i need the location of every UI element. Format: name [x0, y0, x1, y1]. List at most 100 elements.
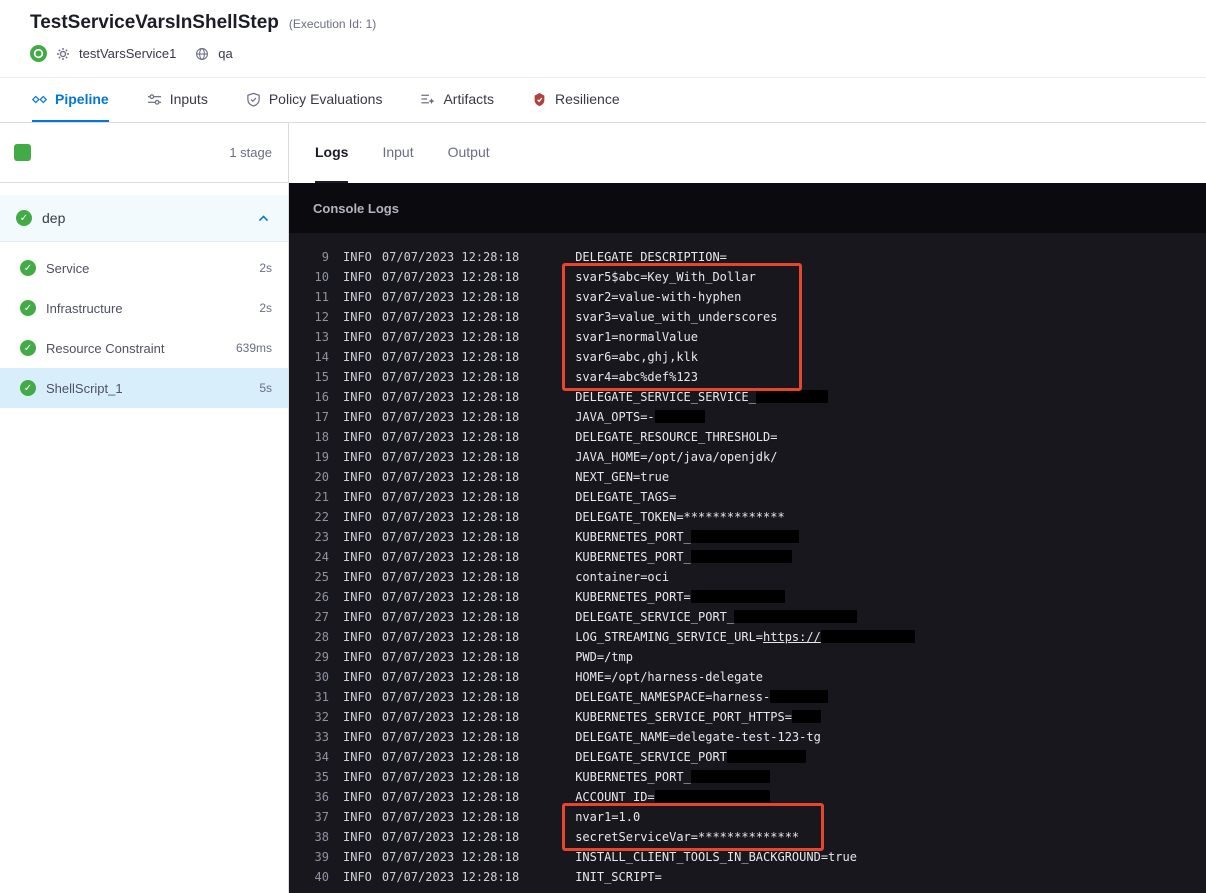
log-text: DELEGATE_RESOURCE_THRESHOLD= [575, 430, 778, 444]
redacted-text [654, 410, 706, 423]
check-circle-icon: ✓ [16, 210, 32, 226]
log-text: svar4=abc%def%123 [575, 370, 699, 384]
line-number: 24 [314, 550, 329, 564]
log-line: 30 INFO 07/07/2023 12:28:18 HOME=/opt/harne… [299, 667, 1206, 687]
line-number: 29 [314, 650, 329, 664]
log-timestamp: 07/07/2023 12:28:18 [381, 290, 520, 304]
redacted-text [755, 390, 829, 403]
log-level: INFO [343, 630, 372, 644]
log-line: 13 INFO 07/07/2023 12:28:18 svar1=normalVal… [299, 327, 1206, 347]
log-line: 11 INFO 07/07/2023 12:28:18 svar2=value-wit… [299, 287, 1206, 307]
log-text: svar1=normalValue [575, 330, 699, 344]
log-message: svar6=abc,ghj,klk [575, 350, 698, 364]
line-number: 17 [314, 410, 329, 424]
line-number: 20 [314, 470, 329, 484]
tab-inputs[interactable]: Inputs [147, 78, 208, 122]
step-row-infrastructure[interactable]: ✓ Infrastructure 2s [0, 288, 288, 328]
line-number: 30 [314, 670, 329, 684]
log-line: 29 INFO 07/07/2023 12:28:18 PWD=/tmp [299, 647, 1206, 667]
log-tab-output[interactable]: Output [448, 123, 490, 183]
chevron-up-icon[interactable] [257, 212, 270, 225]
log-message: DELEGATE_NAME=delegate-test-123-tg [575, 730, 821, 744]
log-timestamp: 07/07/2023 12:28:18 [381, 810, 520, 824]
log-message: svar3=value_with_underscores [575, 310, 777, 324]
log-tab-logs[interactable]: Logs [315, 123, 349, 183]
log-text: DELEGATE_TAGS= [575, 490, 677, 504]
line-number: 23 [314, 530, 329, 544]
log-message: DELEGATE_SERVICE_PORT [575, 750, 807, 764]
log-timestamp: 07/07/2023 12:28:18 [381, 250, 520, 264]
tab-label: Artifacts [443, 91, 495, 107]
log-text: KUBERNETES_PORT= [575, 590, 691, 604]
log-timestamp: 07/07/2023 12:28:18 [381, 650, 520, 664]
line-number: 35 [314, 770, 329, 784]
step-duration: 639ms [235, 341, 272, 355]
check-circle-icon: ✓ [20, 300, 36, 316]
log-message: secretServiceVar=************** [575, 830, 799, 844]
log-line: 36 INFO 07/07/2023 12:28:18 ACCOUNT_ID= [299, 787, 1206, 807]
step-duration: 2s [259, 261, 272, 275]
log-timestamp: 07/07/2023 12:28:18 [381, 370, 520, 384]
log-timestamp: 07/07/2023 12:28:18 [381, 450, 520, 464]
log-tab-input[interactable]: Input [382, 123, 413, 183]
log-text: DELEGATE_TOKEN=************** [575, 510, 785, 524]
log-text: svar5$abc=Key_With_Dollar [575, 270, 756, 284]
log-line: 18 INFO 07/07/2023 12:28:18 DELEGATE_RESOUR… [299, 427, 1206, 447]
page-title: TestServiceVarsInShellStep [30, 12, 279, 33]
log-message: KUBERNETES_SERVICE_PORT_HTTPS= [575, 710, 821, 724]
redacted-text [690, 590, 785, 603]
tab-policy-evaluations[interactable]: Policy Evaluations [246, 78, 382, 122]
nav-tabs: Pipeline Inputs Policy Evaluations Artifact… [0, 78, 1206, 123]
artifacts-icon [420, 92, 435, 107]
log-message: INIT_SCRIPT= [575, 870, 662, 884]
step-row-resource-constraint[interactable]: ✓ Resource Constraint 639ms [0, 328, 288, 368]
log-timestamp: 07/07/2023 12:28:18 [381, 590, 520, 604]
inputs-icon [147, 92, 162, 107]
log-message: DELEGATE_TOKEN=************** [575, 510, 785, 524]
log-message: ACCOUNT_ID= [575, 790, 771, 804]
log-link[interactable]: https:// [763, 630, 821, 644]
log-message: svar2=value-with-hyphen [575, 290, 741, 304]
environment-icon [195, 47, 209, 61]
log-message: JAVA_HOME=/opt/java/openjdk/ [575, 450, 777, 464]
tab-artifacts[interactable]: Artifacts [420, 78, 494, 122]
step-list: ✓ Service 2s ✓ Infrastructure 2s ✓ Resource Con… [0, 242, 288, 408]
log-level: INFO [343, 850, 372, 864]
log-line: 40 INFO 07/07/2023 12:28:18 INIT_SCRIPT= [299, 867, 1206, 887]
redacted-text [726, 750, 807, 763]
console-body[interactable]: 9 INFO 07/07/2023 12:28:18 DELEGATE_DESCRIP… [289, 233, 1206, 893]
log-message: JAVA_OPTS=- [575, 410, 706, 424]
log-text: svar3=value_with_underscores [575, 310, 778, 324]
line-number: 9 [321, 250, 329, 264]
line-number: 38 [314, 830, 329, 844]
stage-row-dep[interactable]: ✓ dep [0, 195, 288, 242]
title-row: TestServiceVarsInShellStep (Execution Id… [30, 12, 1206, 34]
log-line: 25 INFO 07/07/2023 12:28:18 container=oci [299, 567, 1206, 587]
log-line: 23 INFO 07/07/2023 12:28:18 KUBERNETES_PORT… [299, 527, 1206, 547]
log-timestamp: 07/07/2023 12:28:18 [381, 850, 520, 864]
log-level: INFO [343, 810, 372, 824]
line-number: 28 [314, 630, 329, 644]
log-timestamp: 07/07/2023 12:28:18 [381, 510, 520, 524]
log-level: INFO [343, 310, 372, 324]
log-level: INFO [343, 870, 372, 884]
log-timestamp: 07/07/2023 12:28:18 [381, 670, 520, 684]
environment-name: qa [218, 46, 233, 61]
log-level: INFO [343, 470, 372, 484]
line-number: 40 [314, 870, 329, 884]
tab-pipeline[interactable]: Pipeline [32, 78, 109, 122]
policy-evaluations-icon [246, 92, 261, 107]
step-row-service[interactable]: ✓ Service 2s [0, 248, 288, 288]
log-text: INIT_SCRIPT= [575, 870, 662, 884]
log-text: KUBERNETES_PORT_ [575, 530, 691, 544]
tab-resilience[interactable]: Resilience [532, 78, 620, 122]
log-level: INFO [343, 490, 372, 504]
log-line: 35 INFO 07/07/2023 12:28:18 KUBERNETES_PORT… [299, 767, 1206, 787]
log-text: DELEGATE_NAME=delegate-test-123-tg [575, 730, 821, 744]
step-row-shellscript-1[interactable]: ✓ ShellScript_1 5s [0, 368, 288, 408]
step-duration: 5s [259, 381, 272, 395]
line-number: 21 [314, 490, 329, 504]
log-text: HOME=/opt/harness-delegate [575, 670, 764, 684]
log-text: svar6=abc,ghj,klk [575, 350, 699, 364]
log-line: 16 INFO 07/07/2023 12:28:18 DELEGATE_SERVIC… [299, 387, 1206, 407]
